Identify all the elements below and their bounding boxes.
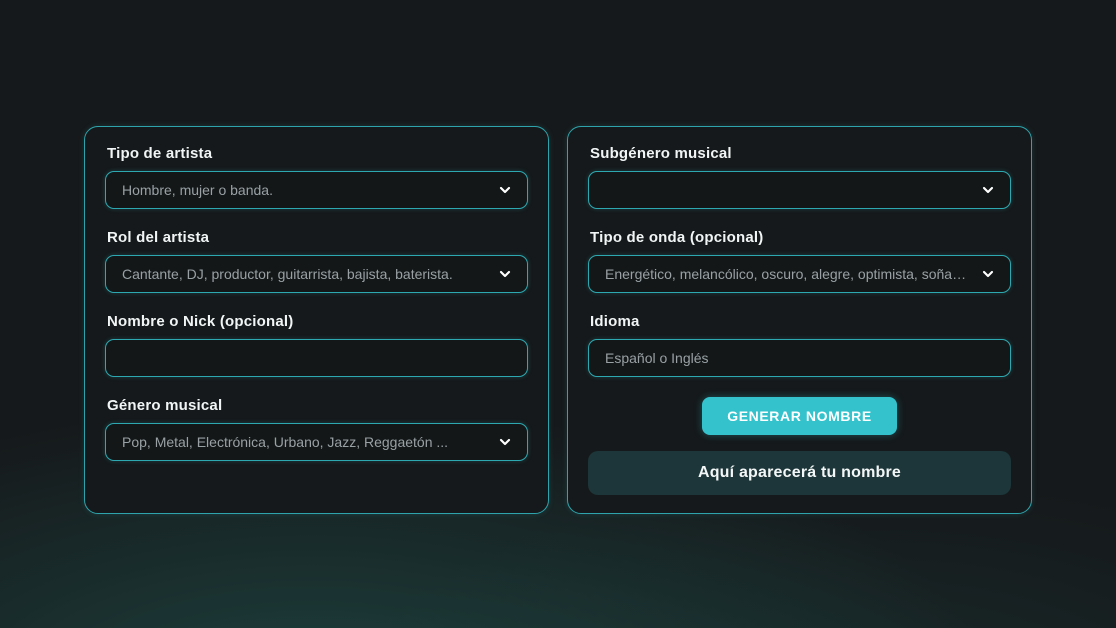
- genero-musical-label: Género musical: [107, 397, 528, 414]
- idioma-input[interactable]: [588, 339, 1011, 377]
- form-panels: Tipo de artista Hombre, mujer o banda. R…: [0, 0, 1116, 514]
- tipo-de-artista-placeholder: Hombre, mujer o banda.: [122, 182, 273, 198]
- chevron-down-icon: [497, 434, 513, 450]
- tipo-de-artista-label: Tipo de artista: [107, 145, 528, 162]
- rol-del-artista-label: Rol del artista: [107, 229, 528, 246]
- idioma-label: Idioma: [590, 313, 1011, 330]
- chevron-down-icon: [497, 266, 513, 282]
- field-subgenero-musical: Subgénero musical: [588, 145, 1011, 209]
- subgenero-musical-select[interactable]: [588, 171, 1011, 209]
- left-panel: Tipo de artista Hombre, mujer o banda. R…: [84, 126, 549, 514]
- nombre-o-nick-input[interactable]: [105, 339, 528, 377]
- tipo-de-onda-placeholder: Energético, melancólico, oscuro, alegre,…: [605, 266, 972, 282]
- generate-button-row: GENERAR NOMBRE: [588, 397, 1011, 435]
- tipo-de-onda-select[interactable]: Energético, melancólico, oscuro, alegre,…: [588, 255, 1011, 293]
- chevron-down-icon: [980, 266, 996, 282]
- subgenero-musical-label: Subgénero musical: [590, 145, 1011, 162]
- genero-musical-placeholder: Pop, Metal, Electrónica, Urbano, Jazz, R…: [122, 434, 448, 450]
- rol-del-artista-placeholder: Cantante, DJ, productor, guitarrista, ba…: [122, 266, 453, 282]
- chevron-down-icon: [980, 182, 996, 198]
- rol-del-artista-select[interactable]: Cantante, DJ, productor, guitarrista, ba…: [105, 255, 528, 293]
- field-idioma: Idioma: [588, 313, 1011, 377]
- right-panel: Subgénero musical Tipo de onda (opcional…: [567, 126, 1032, 514]
- field-rol-del-artista: Rol del artista Cantante, DJ, productor,…: [105, 229, 528, 293]
- field-nombre-o-nick: Nombre o Nick (opcional): [105, 313, 528, 377]
- genero-musical-select[interactable]: Pop, Metal, Electrónica, Urbano, Jazz, R…: [105, 423, 528, 461]
- field-tipo-de-onda: Tipo de onda (opcional) Energético, mela…: [588, 229, 1011, 293]
- nombre-o-nick-label: Nombre o Nick (opcional): [107, 313, 528, 330]
- tipo-de-onda-label: Tipo de onda (opcional): [590, 229, 1011, 246]
- generate-name-button[interactable]: GENERAR NOMBRE: [702, 397, 897, 435]
- chevron-down-icon: [497, 182, 513, 198]
- tipo-de-artista-select[interactable]: Hombre, mujer o banda.: [105, 171, 528, 209]
- result-placeholder: Aquí aparecerá tu nombre: [588, 451, 1011, 495]
- field-tipo-de-artista: Tipo de artista Hombre, mujer o banda.: [105, 145, 528, 209]
- field-genero-musical: Género musical Pop, Metal, Electrónica, …: [105, 397, 528, 461]
